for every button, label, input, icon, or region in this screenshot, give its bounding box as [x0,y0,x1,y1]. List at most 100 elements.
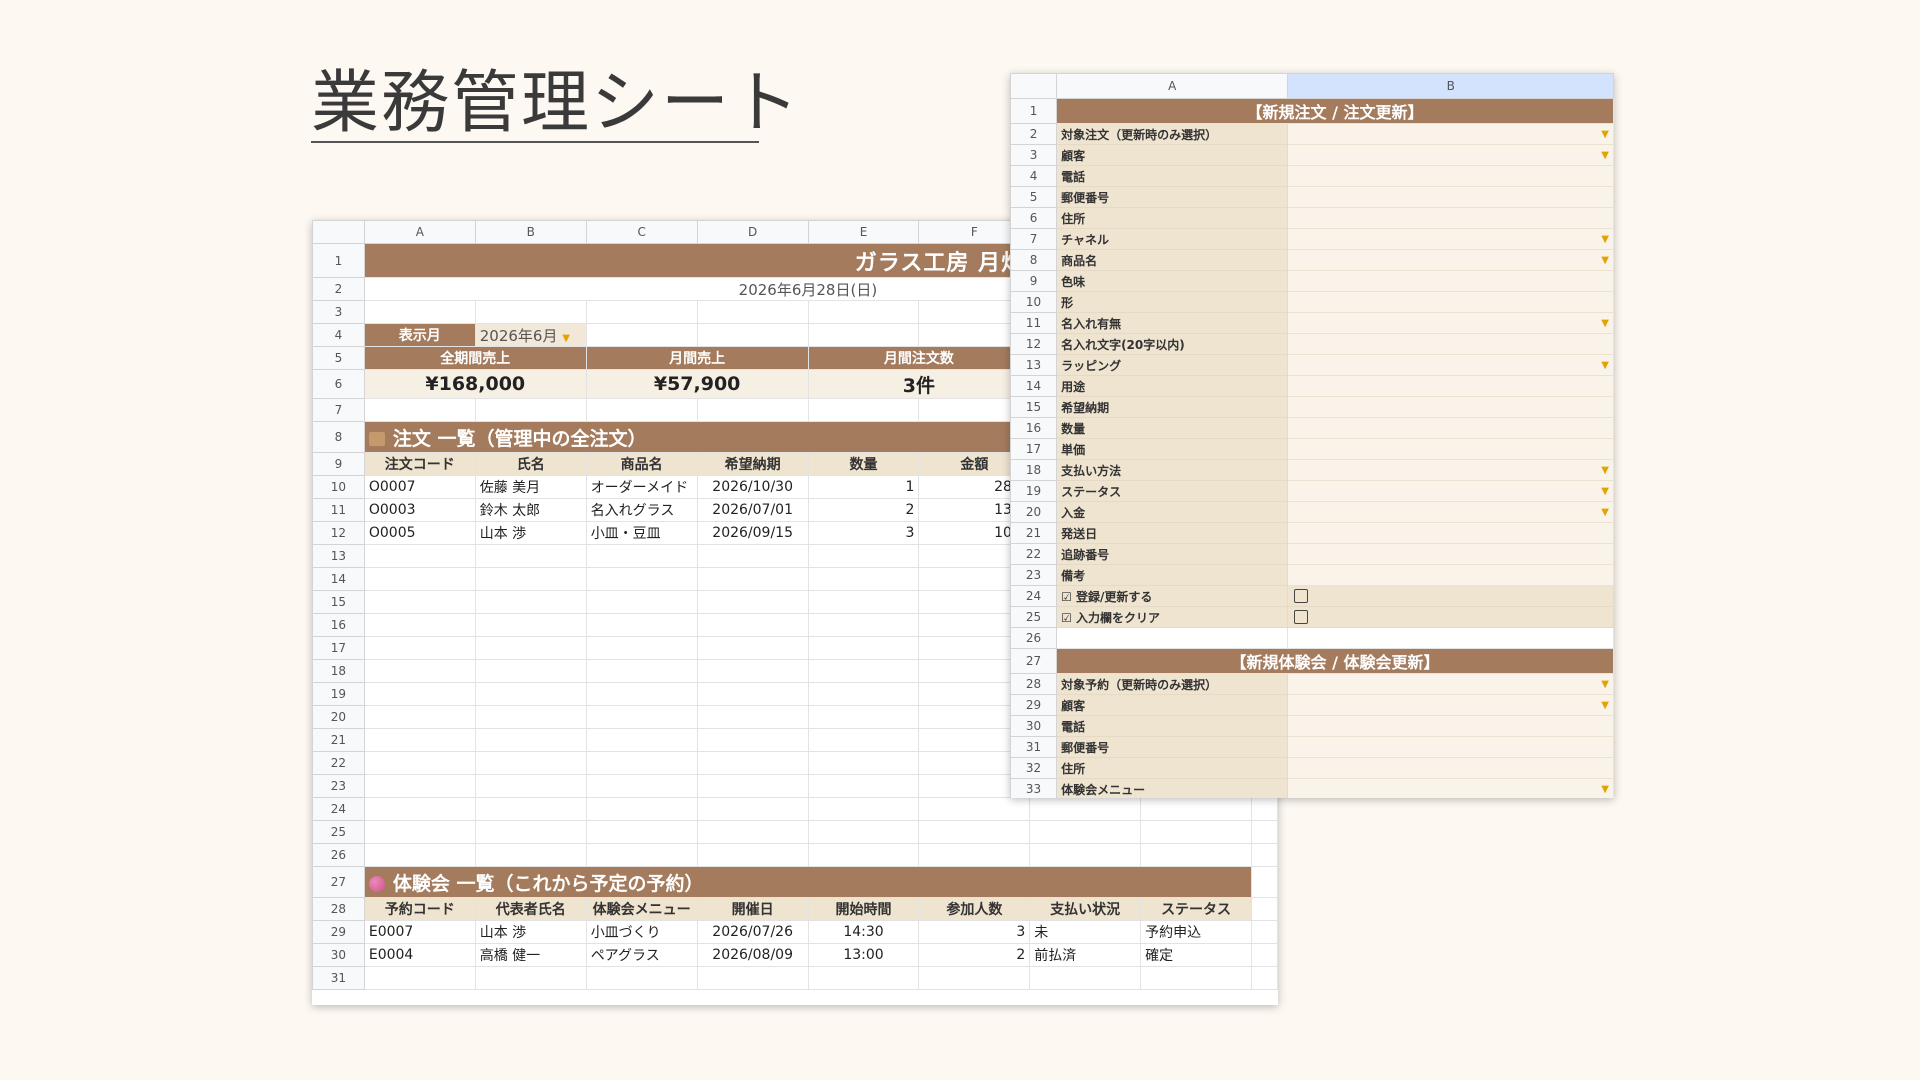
order-code[interactable]: O0007 [363,475,476,499]
cell[interactable] [807,590,920,614]
event-date[interactable]: 2026/07/26 [696,920,809,944]
cell[interactable] [1140,797,1252,821]
cell[interactable] [585,751,698,775]
row-header[interactable]: 22 [1010,543,1058,565]
cell[interactable] [474,544,587,568]
order-product[interactable]: 小皿・豆皿 [585,521,698,545]
row-header[interactable]: 24 [1010,585,1058,607]
form-input[interactable]: ▼ [1287,480,1614,502]
cell[interactable] [807,751,920,775]
cell[interactable] [363,567,476,591]
cell[interactable] [1029,843,1142,867]
dropdown-arrow-icon[interactable]: ▼ [1601,129,1609,140]
row-header[interactable]: 14 [312,567,365,591]
cell[interactable] [474,613,587,637]
event-header[interactable]: 予約コード [363,897,476,921]
row-header[interactable]: 10 [1010,291,1058,313]
cell[interactable] [585,705,698,729]
cell[interactable] [696,682,809,706]
cell[interactable] [1029,820,1142,844]
cell[interactable] [696,797,809,821]
event-header[interactable]: 体験会メニュー [585,897,698,921]
row-header[interactable]: 1 [1010,98,1058,124]
dropdown-arrow-icon[interactable]: ▼ [1601,507,1609,518]
row-header[interactable]: 11 [1010,312,1058,334]
cell[interactable] [696,567,809,591]
cell[interactable] [1140,843,1252,867]
form-input[interactable]: ▼ [1287,249,1614,271]
row-header[interactable]: 24 [312,797,365,821]
cell[interactable] [807,567,920,591]
cell[interactable] [363,728,476,752]
form-input[interactable] [1287,186,1614,208]
row-header[interactable]: 9 [312,452,365,476]
row-header[interactable]: 7 [1010,228,1058,250]
form-input[interactable] [1287,736,1614,758]
cell[interactable] [807,797,920,821]
cell[interactable] [807,544,920,568]
cell[interactable] [585,843,698,867]
row-header[interactable]: 15 [312,590,365,614]
cell[interactable] [474,705,587,729]
cell[interactable] [585,728,698,752]
cell[interactable] [474,797,587,821]
cell[interactable] [363,590,476,614]
event-payment[interactable]: 未 [1029,920,1142,944]
cell[interactable] [363,774,476,798]
order-code[interactable]: O0005 [363,521,476,545]
row-header[interactable]: 21 [312,728,365,752]
row-header[interactable]: 25 [1010,606,1058,628]
row-header[interactable]: 20 [312,705,365,729]
cell[interactable] [585,590,698,614]
dropdown-arrow-icon[interactable]: ▼ [1601,700,1609,711]
row-header[interactable]: 8 [312,421,365,453]
row-header[interactable]: 3 [312,300,365,324]
order-header[interactable]: 希望納期 [696,452,809,476]
order-header[interactable]: 氏名 [474,452,587,476]
dropdown-arrow-icon[interactable]: ▼ [562,333,570,344]
row-header[interactable]: 9 [1010,270,1058,292]
form-input[interactable] [1287,165,1614,187]
form-input[interactable]: ▼ [1287,673,1614,695]
row-header[interactable]: 18 [1010,459,1058,481]
cell[interactable] [696,659,809,683]
form-input[interactable]: ▼ [1287,459,1614,481]
cell[interactable] [585,613,698,637]
input-form-sheet[interactable]: A B 1 【新規注文 / 注文更新】 2 対象注文（更新時のみ選択） ▼ 3 顧客 ▼ 4… [1010,73,1614,798]
dropdown-arrow-icon[interactable]: ▼ [1601,234,1609,245]
cell[interactable] [696,820,809,844]
form-input[interactable] [1287,207,1614,229]
event-code[interactable]: E0007 [363,920,476,944]
dropdown-arrow-icon[interactable]: ▼ [1601,784,1609,795]
row-header[interactable]: 11 [312,498,365,522]
cell[interactable] [1251,820,1278,844]
row-header[interactable]: 33 [1010,778,1058,798]
cell[interactable] [696,705,809,729]
form-input[interactable] [1287,757,1614,779]
event-count[interactable]: 2 [918,943,1031,967]
cell[interactable] [696,751,809,775]
corner-cell[interactable] [312,220,365,244]
cell[interactable] [585,636,698,660]
cell[interactable] [807,843,920,867]
cell[interactable] [585,544,698,568]
event-time[interactable]: 14:30 [807,920,920,944]
row-header[interactable]: 8 [1010,249,1058,271]
row-header[interactable]: 31 [1010,736,1058,758]
order-qty[interactable]: 2 [807,498,920,522]
event-menu[interactable]: 小皿づくり [585,920,698,944]
row-header[interactable]: 30 [1010,715,1058,737]
kpi-label[interactable]: 月間売上 [585,346,809,370]
order-code[interactable]: O0003 [363,498,476,522]
cell[interactable] [918,843,1031,867]
cell[interactable] [585,797,698,821]
row-header[interactable]: 17 [312,636,365,660]
row-header[interactable]: 15 [1010,396,1058,418]
row-header[interactable]: 13 [1010,354,1058,376]
cell[interactable] [696,613,809,637]
form-input[interactable] [1287,522,1614,544]
order-header[interactable]: 注文コード [363,452,476,476]
cell[interactable] [1251,843,1278,867]
kpi-monthly-orders[interactable]: 3件 [807,369,1031,399]
order-product[interactable]: オーダーメイド [585,475,698,499]
